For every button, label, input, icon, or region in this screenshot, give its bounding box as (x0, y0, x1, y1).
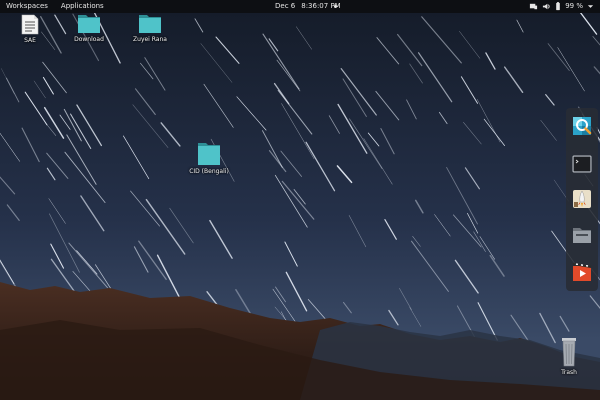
desktop-icon-download[interactable]: Download (59, 12, 119, 43)
clock[interactable]: Dec 6 8:36:07 PM (275, 0, 341, 13)
desktop-icon-cid-bengali[interactable]: CID (Bengali) (179, 140, 239, 175)
desktop-icon-label: CID (Bengali) (189, 168, 229, 175)
image-viewer-icon (573, 117, 592, 135)
video-player-icon (573, 263, 591, 281)
network-icon[interactable] (529, 2, 538, 11)
dock-item-image-viewer[interactable] (571, 115, 593, 137)
battery-percentage: 99 % (565, 2, 583, 10)
notification-dot-icon (334, 5, 337, 8)
desktop-icon-label: Download (74, 36, 104, 43)
folder-icon (78, 15, 100, 33)
trash-icon (562, 338, 576, 367)
desktop-icon-sae[interactable]: SAE (0, 14, 60, 44)
clock-date: Dec 6 (275, 2, 296, 10)
desktop-icon-zuyei-rana[interactable]: Zuyei Rana (120, 12, 180, 43)
desktop-icon-label: Zuyei Rana (133, 36, 167, 43)
files-icon (573, 228, 591, 243)
folder-icon (198, 143, 220, 165)
terminal-icon (572, 155, 592, 173)
text-document-icon (21, 14, 39, 35)
dock (566, 108, 598, 291)
desktop-icon-label: Trash (561, 369, 577, 376)
folder-icon (139, 15, 161, 33)
volume-icon[interactable] (542, 2, 551, 11)
dock-item-files[interactable] (571, 224, 593, 246)
battery-icon[interactable] (555, 2, 561, 11)
dock-item-terminal[interactable] (571, 153, 593, 175)
desktop-wallpaper (0, 0, 600, 400)
rocket-launcher-icon (573, 190, 591, 208)
dock-item-video-player[interactable] (571, 261, 593, 283)
dock-item-rocket-launcher[interactable] (571, 188, 593, 210)
workspaces-button[interactable]: Workspaces (6, 0, 48, 13)
system-menu-chevron-down-icon[interactable] (587, 3, 594, 10)
desktop-icon-trash[interactable]: Trash (539, 337, 599, 376)
desktop-icon-label: SAE (24, 37, 36, 44)
